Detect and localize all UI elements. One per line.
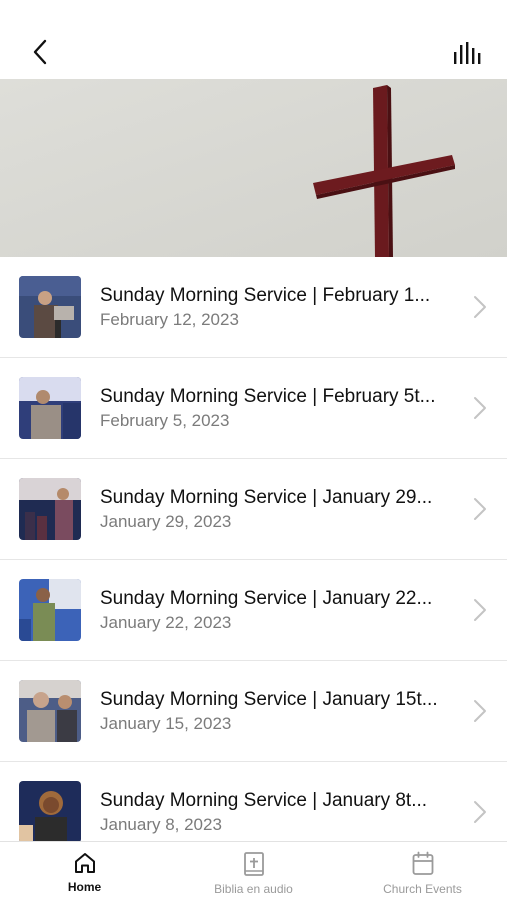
audio-button[interactable]: [451, 36, 485, 70]
chevron-right-icon: [474, 801, 486, 823]
chevron-right-icon: [474, 599, 486, 621]
app-screen: Sunday Morning Service | February 1... F…: [0, 0, 507, 900]
service-thumbnail: [19, 478, 81, 540]
tab-home[interactable]: Home: [0, 842, 169, 900]
service-date: January 15, 2023: [100, 714, 232, 733]
list-item[interactable]: Sunday Morning Service | February 1... F…: [0, 257, 507, 358]
status-bar: [0, 0, 507, 22]
chevron-right-icon: [474, 397, 486, 419]
top-bar: [0, 22, 507, 79]
service-title: Sunday Morning Service | January 8t...: [100, 790, 428, 811]
service-date: January 29, 2023: [100, 512, 232, 531]
tab-label: Biblia en audio: [214, 882, 293, 896]
cross-image: [0, 79, 507, 257]
service-thumbnail: [19, 680, 81, 742]
chevron-right-icon: [474, 700, 486, 722]
audio-bars-icon: [454, 42, 481, 64]
list-item[interactable]: Sunday Morning Service | January 29... J…: [0, 459, 507, 560]
chevron-left-icon: [33, 39, 47, 65]
home-icon: [74, 853, 95, 873]
chevron-right-icon: [474, 296, 486, 318]
service-title: Sunday Morning Service | February 5t...: [100, 386, 436, 407]
tab-church-events[interactable]: Church Events: [338, 842, 507, 900]
service-title: Sunday Morning Service | January 29...: [100, 487, 433, 508]
service-date: January 22, 2023: [100, 613, 232, 632]
tab-label: Church Events: [383, 882, 462, 896]
service-date: February 12, 2023: [100, 310, 239, 329]
list-item[interactable]: Sunday Morning Service | January 22... J…: [0, 560, 507, 661]
service-thumbnail: [19, 276, 81, 338]
chevron-right-icon: [474, 498, 486, 520]
hero-image: [0, 79, 507, 257]
list-item[interactable]: Sunday Morning Service | January 15t... …: [0, 661, 507, 762]
tab-label: Home: [67, 880, 102, 894]
service-thumbnail: [19, 579, 81, 641]
tab-biblia-en-audio[interactable]: Biblia en audio: [169, 842, 338, 900]
list-item[interactable]: Sunday Morning Service | February 5t... …: [0, 358, 507, 459]
service-thumbnail: [19, 781, 81, 841]
list-item[interactable]: Sunday Morning Service | January 8t... J…: [0, 762, 507, 841]
tab-bar: Home Biblia en audio Church Events: [0, 841, 507, 900]
calendar-icon: [412, 851, 433, 875]
service-title: Sunday Morning Service | February 1...: [100, 285, 431, 306]
service-thumbnail: [19, 377, 81, 439]
service-date: February 5, 2023: [100, 411, 230, 430]
back-button[interactable]: [22, 34, 58, 70]
bible-icon: [243, 852, 264, 876]
service-list: Sunday Morning Service | February 1... F…: [0, 257, 507, 841]
service-title: Sunday Morning Service | January 15t...: [100, 689, 438, 710]
service-date: January 8, 2023: [100, 815, 222, 834]
service-title: Sunday Morning Service | January 22...: [100, 588, 433, 609]
